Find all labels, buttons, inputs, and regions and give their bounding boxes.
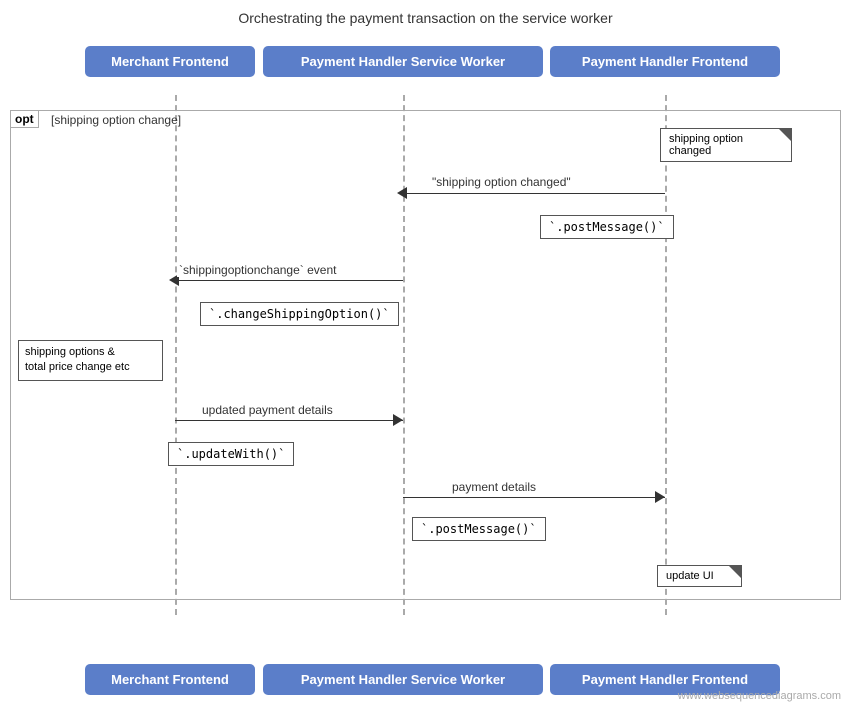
watermark: www.websequencediagrams.com — [678, 690, 841, 702]
note-shipping-option-changed: shipping option changed — [660, 128, 792, 162]
label-shipping-option-changed: "shipping option changed" — [430, 175, 573, 189]
arrowhead-payment-details — [655, 491, 665, 503]
arrowhead-shipping-option-changed — [397, 187, 407, 199]
side-note-shipping-options: shipping options & total price change et… — [18, 340, 163, 381]
opt-condition: [shipping option change] — [51, 113, 181, 127]
label-payment-details: payment details — [450, 480, 538, 494]
arrow-shipping-option-changed — [403, 193, 665, 194]
diagram-title: Orchestrating the payment transaction on… — [0, 0, 851, 26]
actor-handler-bottom: Payment Handler Service Worker — [263, 664, 543, 695]
actor-frontend-top: Payment Handler Frontend — [550, 46, 780, 77]
method-postmessage-1: `.postMessage()` — [540, 215, 674, 239]
arrow-updated-payment-details — [175, 420, 403, 421]
label-shippingoptionchange: `shippingoptionchange` event — [177, 263, 338, 277]
diagram-container: Orchestrating the payment transaction on… — [0, 0, 851, 710]
method-postmessage-2: `.postMessage()` — [412, 517, 546, 541]
actor-handler-top: Payment Handler Service Worker — [263, 46, 543, 77]
method-changeShippingOption: `.changeShippingOption()` — [200, 302, 399, 326]
method-updateWith: `.updateWith()` — [168, 442, 294, 466]
arrow-shippingoptionchange — [175, 280, 403, 281]
opt-label: opt — [10, 110, 39, 128]
arrow-payment-details — [403, 497, 665, 498]
actor-merchant-bottom: Merchant Frontend — [85, 664, 255, 695]
arrowhead-updated-payment-details — [393, 414, 403, 426]
note-update-ui: update UI — [657, 565, 742, 587]
actor-merchant-top: Merchant Frontend — [85, 46, 255, 77]
label-updated-payment-details: updated payment details — [200, 403, 335, 417]
